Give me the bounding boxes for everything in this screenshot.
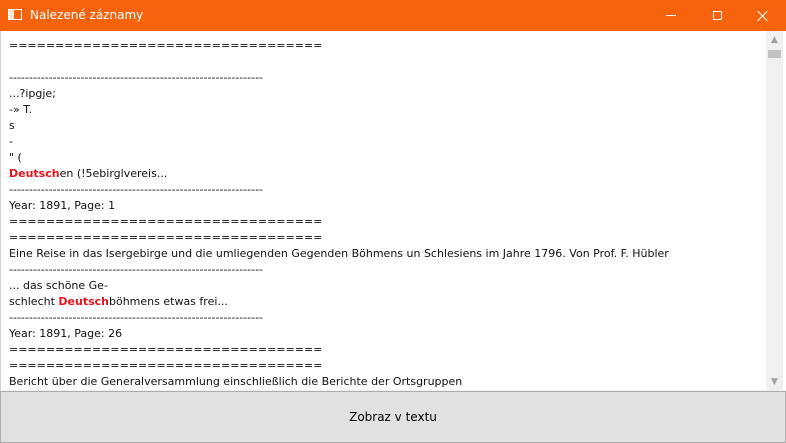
results-text-area[interactable]: ================================== ------… [1,31,766,390]
result-line-text: ...?ipgje; [9,87,56,100]
result-line: schlecht Deutschböhmens etwas frei... [9,294,766,310]
close-button[interactable] [740,0,786,31]
result-line-text: s [9,119,15,132]
scrollbar-thumb[interactable] [768,50,781,58]
result-line-text: ================================== [9,39,323,52]
search-term-highlight: Deutsch [58,295,109,308]
result-line: Year: 1891, Page: 26 [9,326,766,342]
show-in-text-button[interactable]: Zobraz v textu [0,391,786,443]
result-line: -» T. [9,102,766,118]
window-title: Nalezené záznamy [30,8,144,22]
result-line-text: " ( [9,151,22,164]
result-line: Year: 1891, Page: 1 [9,198,766,214]
result-line-text: ================================== [9,231,323,244]
title-bar: Nalezené záznamy [0,0,786,31]
result-line-prefix: schlecht [9,295,59,308]
result-line: ----------------------------------------… [9,310,766,326]
result-line-text: - [9,135,13,148]
maximize-icon [712,11,722,20]
result-line-text: ----------------------------------------… [9,183,264,196]
result-line-text: ================================== [9,215,323,228]
result-line: ================================== [9,214,766,230]
result-line-text: Year: 1891, Page: 1 [9,199,116,212]
minimize-button[interactable] [648,0,694,31]
window-app-icon [8,9,22,20]
result-line-text: ================================== [9,359,323,372]
result-line-text: ----------------------------------------… [9,311,264,324]
result-line: " ( [9,150,766,166]
result-line-text: ================================== [9,343,323,356]
result-line-text: ----------------------------------------… [9,263,264,276]
minimize-icon [666,15,676,16]
results-panel: ================================== ------… [0,31,786,390]
result-line: - [9,134,766,150]
result-line: ... das schöne Ge- [9,278,766,294]
result-line: ================================== [9,342,766,358]
result-line: ================================== [9,38,766,54]
result-line: Deutschen (!5ebirglvereis... [9,166,766,182]
vertical-scrollbar[interactable]: ▲ ▼ [766,31,783,390]
result-line-text: ... das schöne Ge- [9,279,108,292]
result-line [9,54,766,70]
result-line: ----------------------------------------… [9,262,766,278]
scroll-up-arrow-icon[interactable]: ▲ [766,31,783,48]
result-line-text: -» T. [9,103,33,116]
result-line-text: Bericht über die Generalversammlung eins… [9,375,463,388]
result-line: s [9,118,766,134]
result-line: ----------------------------------------… [9,70,766,86]
result-line: ================================== [9,230,766,246]
result-line-text: Eine Reise in das Isergebirge und die um… [9,247,669,260]
search-term-highlight: Deutsch [9,167,60,180]
result-line-text: Year: 1891, Page: 26 [9,327,123,340]
result-line-text: ----------------------------------------… [9,71,264,84]
result-line: Bericht über die Generalversammlung eins… [9,374,766,390]
result-line: ================================== [9,358,766,374]
close-icon [757,10,769,22]
scroll-down-arrow-icon[interactable]: ▼ [766,373,783,390]
result-line-text: en (!5ebirglvereis... [59,167,168,180]
result-line: ----------------------------------------… [9,182,766,198]
maximize-button[interactable] [694,0,740,31]
result-line-text: böhmens etwas frei... [109,295,228,308]
result-line: ...?ipgje; [9,86,766,102]
result-line: Eine Reise in das Isergebirge und die um… [9,246,766,262]
